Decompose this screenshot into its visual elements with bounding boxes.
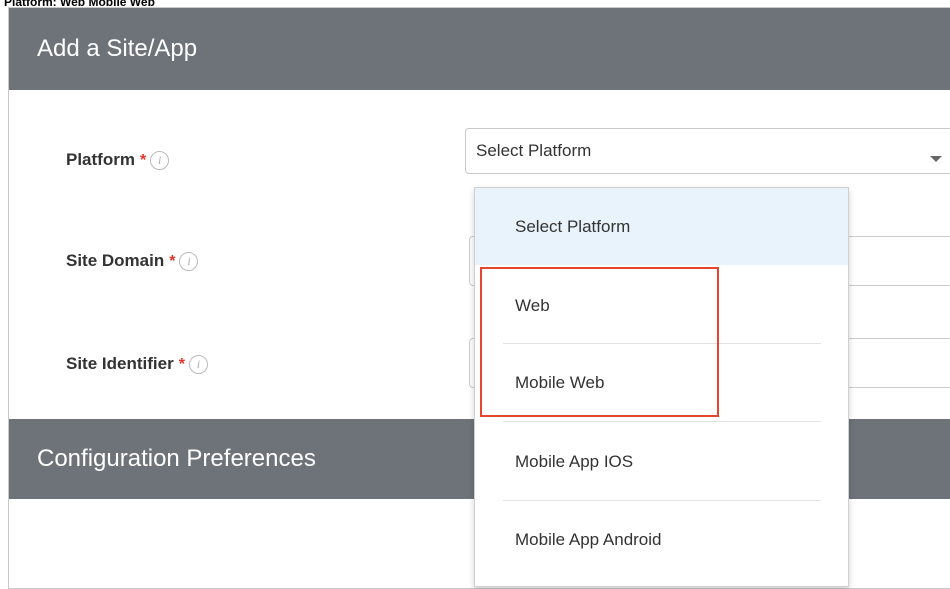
required-marker: * [178, 356, 185, 373]
site-identifier-label: Site Identifier * i [66, 354, 208, 375]
site-domain-label: Site Domain * i [66, 251, 199, 272]
option-select-platform[interactable]: Select Platform [475, 188, 848, 265]
chevron-down-icon[interactable] [930, 156, 942, 162]
site-domain-label-text: Site Domain [66, 251, 165, 270]
highlight-box [480, 267, 719, 417]
required-marker: * [139, 152, 147, 169]
platform-label-text: Platform [66, 150, 135, 169]
divider [503, 500, 821, 501]
option-mobile-app-android[interactable]: Mobile App Android [475, 502, 848, 578]
info-icon[interactable]: i [150, 151, 170, 171]
required-marker: * [169, 253, 176, 270]
option-mobile-app-ios[interactable]: Mobile App IOS [475, 424, 848, 500]
platform-select[interactable]: Select Platform [465, 128, 950, 174]
add-site-header: Add a Site/App [9, 8, 950, 90]
info-icon[interactable]: i [188, 355, 208, 375]
platform-label: Platform * i [66, 150, 170, 171]
divider [503, 421, 821, 422]
site-identifier-label-text: Site Identifier [66, 354, 174, 373]
info-icon[interactable]: i [179, 252, 199, 272]
